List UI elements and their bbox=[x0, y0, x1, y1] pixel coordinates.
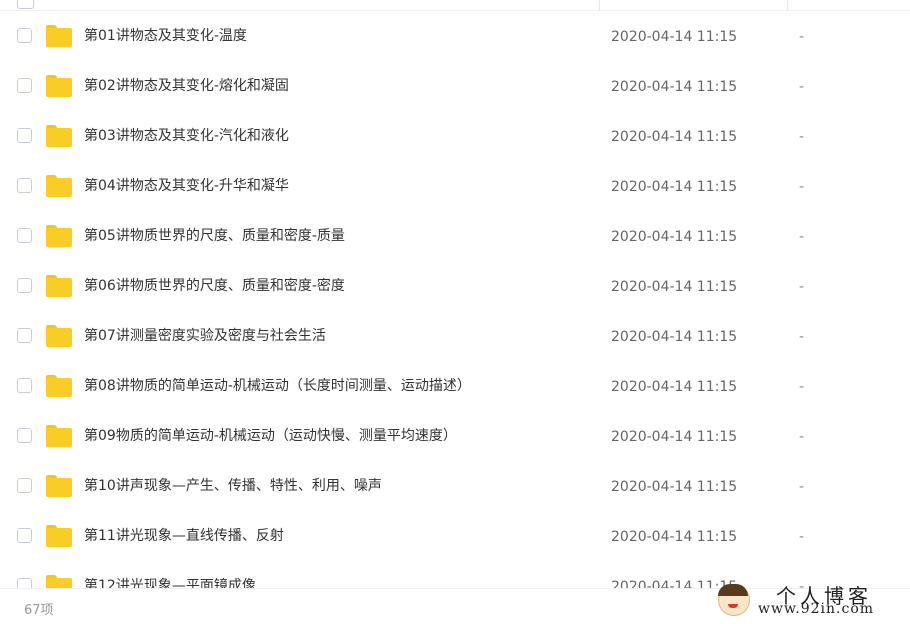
row-checkbox[interactable] bbox=[17, 28, 32, 43]
file-name[interactable]: 第12讲光现象—平面镜成像 bbox=[84, 577, 256, 588]
watermark-url: www.92in.com bbox=[758, 601, 875, 617]
file-size: - bbox=[799, 379, 805, 395]
folder-icon[interactable] bbox=[46, 525, 72, 547]
watermark-logo: 个人博客 www.92in.com bbox=[712, 578, 910, 623]
file-size: - bbox=[799, 229, 805, 245]
row-checkbox[interactable] bbox=[17, 278, 32, 293]
folder-icon[interactable] bbox=[46, 475, 72, 497]
row-checkbox[interactable] bbox=[17, 178, 32, 193]
file-size: - bbox=[799, 279, 805, 295]
modified-time: 2020-04-14 11:15 bbox=[611, 529, 738, 545]
file-name[interactable]: 第04讲物态及其变化-升华和凝华 bbox=[84, 177, 289, 195]
modified-time: 2020-04-14 11:15 bbox=[611, 129, 738, 145]
row-checkbox[interactable] bbox=[17, 528, 32, 543]
file-row[interactable]: 第04讲物态及其变化-升华和凝华 2020-04-14 11:15 - bbox=[0, 161, 910, 211]
row-checkbox[interactable] bbox=[17, 328, 32, 343]
folder-icon[interactable] bbox=[46, 225, 72, 247]
modified-time: 2020-04-14 11:15 bbox=[611, 79, 738, 95]
row-checkbox[interactable] bbox=[17, 78, 32, 93]
folder-icon[interactable] bbox=[46, 75, 72, 97]
row-checkbox[interactable] bbox=[17, 378, 32, 393]
modified-time: 2020-04-14 11:15 bbox=[611, 279, 738, 295]
file-size: - bbox=[799, 79, 805, 95]
row-checkbox[interactable] bbox=[17, 228, 32, 243]
avatar-hair bbox=[718, 584, 748, 596]
header-strip bbox=[0, 0, 910, 11]
file-row[interactable]: 第03讲物态及其变化-汽化和液化 2020-04-14 11:15 - bbox=[0, 111, 910, 161]
file-row[interactable]: 第07讲测量密度实验及密度与社会生活 2020-04-14 11:15 - bbox=[0, 311, 910, 361]
row-checkbox[interactable] bbox=[17, 578, 32, 588]
folder-icon[interactable] bbox=[46, 575, 72, 588]
modified-time: 2020-04-14 11:15 bbox=[611, 229, 738, 245]
file-size: - bbox=[799, 429, 805, 445]
file-row[interactable]: 第05讲物质世界的尺度、质量和密度-质量 2020-04-14 11:15 - bbox=[0, 211, 910, 261]
row-checkbox[interactable] bbox=[17, 128, 32, 143]
file-size: - bbox=[799, 529, 805, 545]
file-row[interactable]: 第01讲物态及其变化-温度 2020-04-14 11:15 - bbox=[0, 11, 910, 61]
item-count: 67项 bbox=[24, 603, 54, 618]
folder-icon[interactable] bbox=[46, 25, 72, 47]
file-name[interactable]: 第08讲物质的简单运动-机械运动（长度时间测量、运动描述） bbox=[84, 377, 471, 395]
file-name[interactable]: 第11讲光现象—直线传播、反射 bbox=[84, 527, 284, 545]
file-size: - bbox=[799, 479, 805, 495]
file-name[interactable]: 第06讲物质世界的尺度、质量和密度-密度 bbox=[84, 277, 345, 295]
file-row[interactable]: 第02讲物态及其变化-熔化和凝固 2020-04-14 11:15 - bbox=[0, 61, 910, 111]
file-name[interactable]: 第07讲测量密度实验及密度与社会生活 bbox=[84, 327, 326, 345]
file-name[interactable]: 第09物质的简单运动-机械运动（运动快慢、测量平均速度） bbox=[84, 427, 457, 445]
folder-icon[interactable] bbox=[46, 175, 72, 197]
file-size: - bbox=[799, 179, 805, 195]
file-name[interactable]: 第03讲物态及其变化-汽化和液化 bbox=[84, 127, 289, 145]
file-name[interactable]: 第05讲物质世界的尺度、质量和密度-质量 bbox=[84, 227, 345, 245]
modified-time: 2020-04-14 11:15 bbox=[611, 429, 738, 445]
modified-time: 2020-04-14 11:15 bbox=[611, 179, 738, 195]
file-row[interactable]: 第06讲物质世界的尺度、质量和密度-密度 2020-04-14 11:15 - bbox=[0, 261, 910, 311]
file-name[interactable]: 第10讲声现象—产生、传播、特性、利用、噪声 bbox=[84, 477, 382, 495]
folder-icon[interactable] bbox=[46, 425, 72, 447]
file-name[interactable]: 第02讲物态及其变化-熔化和凝固 bbox=[84, 77, 289, 95]
modified-time: 2020-04-14 11:15 bbox=[611, 329, 738, 345]
folder-icon[interactable] bbox=[46, 375, 72, 397]
row-checkbox[interactable] bbox=[17, 428, 32, 443]
select-all-checkbox[interactable] bbox=[17, 0, 34, 9]
file-size: - bbox=[799, 29, 805, 45]
file-size: - bbox=[799, 129, 805, 145]
modified-time: 2020-04-14 11:15 bbox=[611, 379, 738, 395]
folder-icon[interactable] bbox=[46, 325, 72, 347]
row-checkbox[interactable] bbox=[17, 478, 32, 493]
folder-icon[interactable] bbox=[46, 125, 72, 147]
file-name[interactable]: 第01讲物态及其变化-温度 bbox=[84, 27, 247, 45]
modified-time: 2020-04-14 11:15 bbox=[611, 479, 738, 495]
file-list: 第01讲物态及其变化-温度 2020-04-14 11:15- 第02讲物态及其变化… bbox=[0, 11, 910, 588]
file-size: - bbox=[799, 329, 805, 345]
file-row[interactable]: 第08讲物质的简单运动-机械运动（长度时间测量、运动描述） 2020-04-14 … bbox=[0, 361, 910, 411]
folder-icon[interactable] bbox=[46, 275, 72, 297]
file-row[interactable]: 第11讲光现象—直线传播、反射 2020-04-14 11:15 - bbox=[0, 511, 910, 561]
modified-time: 2020-04-14 11:15 bbox=[611, 29, 738, 45]
file-row[interactable]: 第09物质的简单运动-机械运动（运动快慢、测量平均速度） 2020-04-14 1… bbox=[0, 411, 910, 461]
file-row[interactable]: 第10讲声现象—产生、传播、特性、利用、噪声 2020-04-14 11:15 - bbox=[0, 461, 910, 511]
